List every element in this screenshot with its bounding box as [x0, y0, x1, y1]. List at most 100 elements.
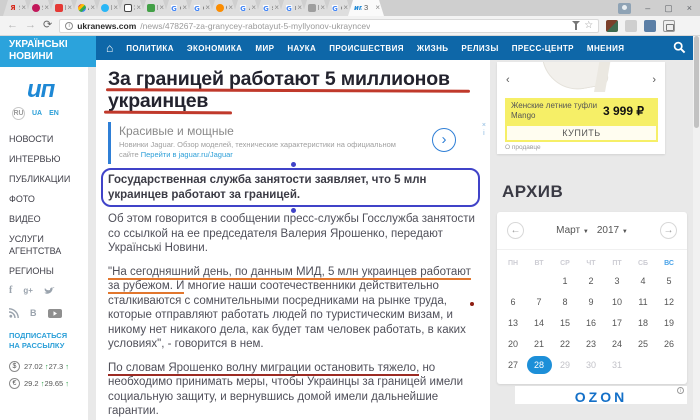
- sidebar-item-услуги-агентства[interactable]: УСЛУГИ АГЕНТСТВА: [9, 233, 73, 257]
- sidebar-item-регионы[interactable]: РЕГИОНЫ: [9, 265, 73, 277]
- site-brand[interactable]: УКРАЇНСЬКІ НОВИНИ: [0, 36, 96, 67]
- minimize-button[interactable]: –: [645, 0, 650, 16]
- calendar-day[interactable]: 14: [526, 313, 552, 334]
- extension-icon[interactable]: [644, 20, 656, 32]
- sidebar-item-публикации[interactable]: ПУБЛИКАЦИИ: [9, 173, 73, 185]
- calendar-day[interactable]: 15: [552, 313, 578, 334]
- tab-close-icon[interactable]: ×: [274, 4, 279, 12]
- sidebar-item-новости[interactable]: НОВОСТИ: [9, 133, 73, 145]
- page-info-icon[interactable]: i: [65, 22, 73, 30]
- calendar-day[interactable]: 20: [500, 334, 526, 355]
- calendar-day[interactable]: 8: [552, 292, 578, 313]
- tab-close-icon[interactable]: ×: [205, 4, 210, 12]
- nav-item-экономика[interactable]: ЭКОНОМИКА: [187, 44, 242, 53]
- vk-icon[interactable]: В: [30, 308, 37, 318]
- bookmark-star-icon[interactable]: ☆: [584, 21, 593, 31]
- nav-item-релизы[interactable]: РЕЛИЗЫ: [461, 44, 498, 53]
- jaguar-ad[interactable]: Красивые и мощные Новинки Jaguar. Обзор …: [108, 122, 478, 164]
- tab-close-icon[interactable]: ×: [44, 4, 49, 12]
- calendar-day[interactable]: 27: [500, 355, 526, 376]
- sidebar-item-видео[interactable]: ВИДЕО: [9, 213, 73, 225]
- lang-en[interactable]: EN: [49, 110, 59, 117]
- browser-tab[interactable]: Я×: [26, 0, 53, 16]
- nav-item-политика[interactable]: ПОЛИТИКА: [126, 44, 174, 53]
- calendar-month-select[interactable]: Март ▼: [556, 225, 589, 236]
- nav-item-мир[interactable]: МИР: [255, 44, 274, 53]
- lang-ru[interactable]: RU: [12, 107, 25, 120]
- url-bar[interactable]: i ukranews.com /news/478267-za-granycey-…: [59, 19, 599, 33]
- calendar-day[interactable]: 3: [604, 271, 630, 292]
- reload-button[interactable]: ⟳: [43, 20, 52, 31]
- profile-avatar-icon[interactable]: [618, 3, 631, 14]
- tab-close-icon[interactable]: ×: [159, 4, 164, 12]
- calendar-day[interactable]: 6: [500, 292, 526, 313]
- nav-item-жизнь[interactable]: ЖИЗНЬ: [417, 44, 449, 53]
- google-plus-icon[interactable]: g+: [23, 286, 33, 295]
- browser-tab[interactable]: л×: [233, 0, 260, 16]
- tab-close-icon[interactable]: ×: [297, 4, 302, 12]
- tab-close-icon[interactable]: ×: [228, 4, 233, 12]
- tab-close-icon[interactable]: ×: [21, 4, 26, 12]
- youtube-icon[interactable]: [48, 309, 62, 318]
- subscribe-link[interactable]: ПОДПИСАТЬСЯ НА РАССЫЛКУ: [9, 331, 88, 351]
- search-icon[interactable]: [673, 41, 686, 54]
- rss-icon[interactable]: [9, 308, 19, 318]
- calendar-day[interactable]: 4: [630, 271, 656, 292]
- tab-close-icon[interactable]: ×: [136, 4, 141, 12]
- nav-item-наука[interactable]: НАУКА: [287, 44, 316, 53]
- tab-close-icon[interactable]: ×: [182, 4, 187, 12]
- tab-close-icon[interactable]: ×: [90, 4, 95, 12]
- extension-icon[interactable]: [606, 20, 618, 32]
- browser-tab[interactable]: А×: [72, 0, 99, 16]
- browser-tab[interactable]: Нов×: [302, 0, 329, 16]
- ad-close-icon[interactable]: ×: [482, 122, 486, 130]
- home-icon[interactable]: ⌂: [106, 42, 113, 54]
- calendar-day[interactable]: 7: [526, 292, 552, 313]
- browser-tab[interactable]: С×: [210, 0, 237, 16]
- carousel-prev-icon[interactable]: ‹: [506, 74, 510, 86]
- ozon-ad[interactable]: OZON i: [515, 386, 687, 404]
- maximize-button[interactable]: ▢: [664, 0, 673, 16]
- calendar-day[interactable]: 5: [656, 271, 682, 292]
- calendar-day[interactable]: 11: [630, 292, 656, 313]
- nav-item-пресс-центр[interactable]: ПРЕСС-ЦЕНТР: [512, 44, 574, 53]
- calendar-day[interactable]: 2: [578, 271, 604, 292]
- product-ad[interactable]: ‹ › Женские летние туфли Mango 3 999 ₽ К…: [497, 62, 665, 154]
- calendar-day[interactable]: 10: [604, 292, 630, 313]
- browser-tab[interactable]: З×: [118, 0, 145, 16]
- calendar-day[interactable]: 26: [656, 334, 682, 355]
- browser-tab[interactable]: Я×: [3, 0, 30, 16]
- lang-ua[interactable]: UA: [32, 110, 42, 117]
- calendar-prev-button[interactable]: ←: [507, 222, 524, 239]
- browser-tab[interactable]: Г×: [49, 0, 76, 16]
- buy-button[interactable]: КУПИТЬ: [505, 124, 658, 142]
- ad-title[interactable]: Красивые и мощные: [119, 124, 478, 138]
- camera-extension-icon[interactable]: [663, 20, 675, 32]
- calendar-day[interactable]: 16: [578, 313, 604, 334]
- scrollbar-thumb[interactable]: [694, 36, 699, 128]
- inline-link[interactable]: Перейти в jaguar.ru/Jaguar: [141, 150, 233, 159]
- calendar-day[interactable]: 24: [604, 334, 630, 355]
- carousel-next-icon[interactable]: ›: [652, 74, 656, 86]
- calendar-day[interactable]: 18: [630, 313, 656, 334]
- forward-button[interactable]: →: [25, 20, 36, 31]
- tab-close-icon[interactable]: ×: [320, 4, 325, 12]
- nav-item-мнения[interactable]: МНЕНИЯ: [587, 44, 624, 53]
- page-scrollbar[interactable]: [693, 36, 700, 420]
- ad-info-icon[interactable]: i: [482, 130, 486, 138]
- calendar-day[interactable]: 23: [578, 334, 604, 355]
- close-window-button[interactable]: ×: [687, 0, 692, 16]
- browser-tab[interactable]: с×: [325, 0, 352, 16]
- seller-link[interactable]: О продавце: [505, 144, 541, 151]
- tab-close-icon[interactable]: ×: [343, 4, 348, 12]
- browser-tab[interactable]: я×: [256, 0, 283, 16]
- calendar-day[interactable]: 28: [526, 355, 552, 376]
- browser-tab[interactable]: с×: [164, 0, 191, 16]
- calendar-year-select[interactable]: 2017 ▼: [597, 225, 628, 236]
- sidebar-item-интервью[interactable]: ИНТЕРВЬЮ: [9, 153, 73, 165]
- back-button[interactable]: ←: [7, 20, 18, 31]
- calendar-day[interactable]: 12: [656, 292, 682, 313]
- ad-arrow-button[interactable]: ›: [432, 128, 456, 152]
- calendar-day[interactable]: 22: [552, 334, 578, 355]
- browser-tab[interactable]: с×: [187, 0, 214, 16]
